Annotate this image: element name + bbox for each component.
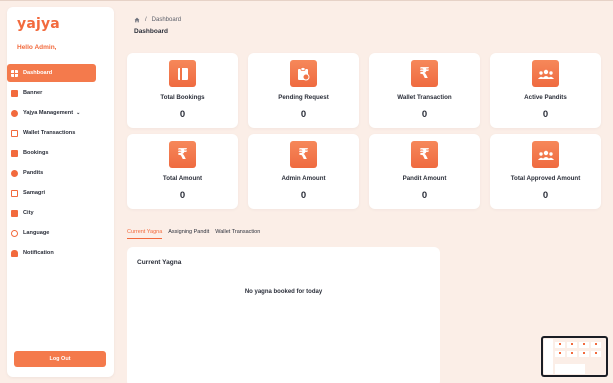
grid-icon bbox=[11, 69, 18, 77]
rupee-icon: ₹ bbox=[290, 141, 317, 168]
chevron-down-icon[interactable]: ⌄ bbox=[76, 110, 80, 116]
booking-icon bbox=[169, 60, 196, 87]
wallet-icon bbox=[11, 129, 18, 137]
stat-label: Total Amount bbox=[162, 175, 203, 182]
empty-state-message: No yagna booked for today bbox=[244, 289, 323, 295]
breadcrumb-current: Dashboard bbox=[151, 17, 182, 23]
thumbnail-card bbox=[567, 342, 577, 348]
thumbnail-card bbox=[555, 351, 565, 357]
stat-card-admin-amount[interactable]: ₹ Admin Amount 0 bbox=[248, 134, 359, 209]
group-icon bbox=[532, 141, 559, 168]
panel-title: Current Yagna bbox=[137, 259, 182, 266]
tab-wallet-transaction[interactable]: Wallet Transaction bbox=[215, 229, 260, 239]
sidebar-item-label: Banner bbox=[23, 90, 43, 96]
stat-label: Wallet Transaction bbox=[397, 94, 452, 101]
stat-value: 0 bbox=[542, 109, 549, 120]
current-yagna-panel: Current Yagna No yagna booked for today bbox=[127, 247, 440, 383]
stat-label: Total Bookings bbox=[160, 94, 205, 101]
page-title: Dashboard bbox=[134, 28, 168, 35]
sidebar-item-label: City bbox=[23, 210, 34, 216]
admin-greeting: Hello Admin, bbox=[17, 44, 57, 51]
city-icon bbox=[11, 209, 18, 217]
sidebar-item-label: Dashboard bbox=[23, 70, 53, 76]
sidebar-item-pandits[interactable]: Pandits bbox=[7, 164, 114, 182]
thumbnail-card bbox=[555, 342, 565, 348]
group-icon bbox=[532, 60, 559, 87]
thumbnail-card bbox=[579, 351, 589, 357]
thumbnail-card bbox=[579, 342, 589, 348]
calendar-icon bbox=[11, 149, 18, 157]
stat-card-active-pandits[interactable]: Active Pandits 0 bbox=[490, 53, 601, 128]
thumbnail-card bbox=[567, 351, 577, 357]
breadcrumb-separator: / bbox=[145, 17, 147, 23]
top-border bbox=[0, 0, 613, 1]
stat-value: 0 bbox=[542, 190, 549, 201]
stat-label: Admin Amount bbox=[281, 175, 326, 182]
globe-icon bbox=[11, 229, 18, 237]
breadcrumb: / Dashboard bbox=[134, 17, 181, 23]
stat-label: Pandit Amount bbox=[402, 175, 447, 182]
sidebar-item-samagri[interactable]: Samagri bbox=[7, 184, 114, 202]
image-icon bbox=[11, 89, 18, 97]
stat-value: 0 bbox=[421, 109, 428, 120]
screen-preview-thumbnail[interactable] bbox=[541, 336, 608, 377]
brand-logo[interactable]: yajya bbox=[17, 16, 60, 32]
sidebar-item-label: Samagri bbox=[23, 190, 46, 196]
users-icon bbox=[11, 169, 18, 177]
sidebar-item-yajya-management[interactable]: Yajya Management ⌄ bbox=[7, 104, 114, 122]
thumbnail-card bbox=[591, 351, 601, 357]
stat-value: 0 bbox=[179, 109, 186, 120]
sidebar-item-dashboard[interactable]: Dashboard bbox=[7, 64, 96, 82]
thumbnail-sidebar bbox=[544, 339, 553, 374]
stat-card-total-approved-amount[interactable]: Total Approved Amount 0 bbox=[490, 134, 601, 209]
sidebar-item-label: Pandits bbox=[23, 170, 44, 176]
stat-value: 0 bbox=[179, 190, 186, 201]
sidebar-item-label: Bookings bbox=[23, 150, 49, 156]
rupee-icon: ₹ bbox=[411, 60, 438, 87]
rupee-icon: ₹ bbox=[169, 141, 196, 168]
tab-assigning-pandit[interactable]: Assigning Pandit bbox=[168, 229, 209, 239]
home-icon[interactable] bbox=[134, 17, 140, 23]
stat-value: 0 bbox=[421, 190, 428, 201]
sidebar-item-notification[interactable]: Notification bbox=[7, 244, 114, 262]
sidebar-item-banner[interactable]: Banner bbox=[7, 84, 114, 102]
clipboard-clock-icon bbox=[290, 60, 317, 87]
sidebar-item-label: Wallet Transactions bbox=[23, 130, 76, 136]
sidebar-item-language[interactable]: Language bbox=[7, 224, 114, 242]
sidebar-item-label: Notification bbox=[23, 250, 54, 256]
logout-button[interactable]: Log Out bbox=[14, 351, 106, 367]
stat-card-total-bookings[interactable]: Total Bookings 0 bbox=[127, 53, 238, 128]
thumbnail-panel bbox=[555, 364, 585, 374]
stat-card-pending-request[interactable]: Pending Request 0 bbox=[248, 53, 359, 128]
fire-icon bbox=[11, 109, 18, 117]
sidebar-item-bookings[interactable]: Bookings bbox=[7, 144, 114, 162]
stat-card-wallet-transaction[interactable]: ₹ Wallet Transaction 0 bbox=[369, 53, 480, 128]
stat-label: Active Pandits bbox=[524, 94, 567, 101]
sidebar-item-city[interactable]: City bbox=[7, 204, 114, 222]
sidebar: yajya Hello Admin, Dashboard Banner Yajy… bbox=[7, 7, 114, 377]
bell-icon bbox=[11, 249, 18, 257]
cart-icon bbox=[11, 189, 18, 197]
sidebar-item-label: Language bbox=[23, 230, 50, 236]
stat-value: 0 bbox=[300, 109, 307, 120]
stat-card-total-amount[interactable]: ₹ Total Amount 0 bbox=[127, 134, 238, 209]
sidebar-nav: Dashboard Banner Yajya Management ⌄ Wall… bbox=[7, 64, 114, 264]
stat-card-pandit-amount[interactable]: ₹ Pandit Amount 0 bbox=[369, 134, 480, 209]
thumbnail-content bbox=[543, 338, 606, 375]
stat-label: Pending Request bbox=[278, 94, 329, 101]
sidebar-item-wallet-transactions[interactable]: Wallet Transactions bbox=[7, 124, 114, 142]
tab-bar: Current Yagna Assigning Pandit Wallet Tr… bbox=[127, 229, 266, 239]
rupee-icon: ₹ bbox=[411, 141, 438, 168]
tab-current-yagna[interactable]: Current Yagna bbox=[127, 229, 163, 239]
stat-value: 0 bbox=[300, 190, 307, 201]
thumbnail-card bbox=[591, 342, 601, 348]
sidebar-item-label: Yajya Management bbox=[23, 110, 74, 116]
stat-label: Total Approved Amount bbox=[510, 175, 581, 182]
